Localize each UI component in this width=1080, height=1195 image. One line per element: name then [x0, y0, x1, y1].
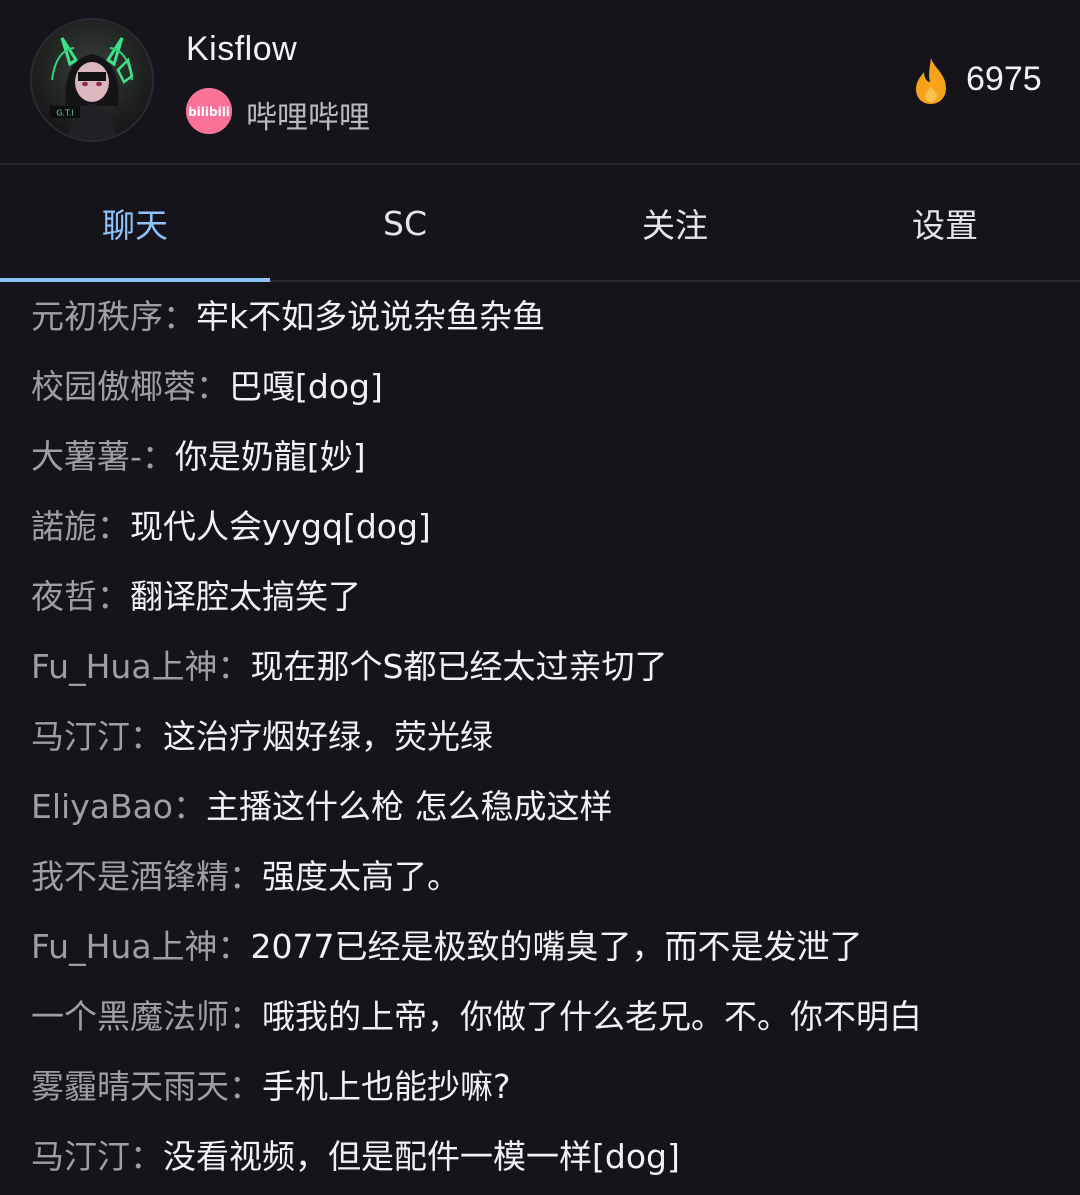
- chat-separator: ：: [217, 647, 251, 686]
- chat-message: Fu_Hua上神：现在那个S都已经太过亲切了: [31, 637, 668, 697]
- chat-message: EliyaBao：主播这什么枪 怎么稳成这样: [31, 777, 613, 837]
- chat-message: 雾霾晴天雨天：手机上也能抄嘛?: [31, 1057, 511, 1117]
- chat-username[interactable]: Fu_Hua上神: [31, 647, 218, 686]
- chat-separator: ：: [141, 437, 175, 476]
- avatar-badge: G.T.I: [56, 109, 74, 118]
- chat-text: 现代人会yygq[dog]: [130, 507, 431, 546]
- chat-username[interactable]: 校园傲椰蓉: [31, 367, 196, 406]
- chat-message: 校园傲椰蓉：巴嘎[dog]: [31, 357, 383, 417]
- chat-text: 强度太高了。: [262, 857, 460, 896]
- chat-username[interactable]: 夜哲: [31, 577, 97, 616]
- popularity-count: 6975: [966, 60, 1042, 98]
- chat-username[interactable]: EliyaBao: [31, 787, 173, 826]
- tab-bar: 聊天 SC 关注 设置: [0, 165, 1080, 281]
- tab-sc[interactable]: SC: [270, 165, 540, 281]
- chat-message: 马汀汀：没看视频，但是配件一模一样[dog]: [31, 1127, 680, 1187]
- chat-message: 大薯薯-：你是奶龍[妙]: [31, 427, 366, 487]
- chat-message: 諾旎：现代人会yygq[dog]: [31, 497, 431, 557]
- chat-text: 翻译腔太搞笑了: [130, 577, 361, 616]
- chat-text: 你是奶龍[妙]: [174, 437, 366, 476]
- chat-username[interactable]: 大薯薯-: [31, 437, 142, 476]
- streamer-avatar[interactable]: G.T.I: [30, 18, 154, 142]
- chat-text: 没看视频，但是配件一模一样[dog]: [163, 1137, 680, 1176]
- chat-message: Fu_Hua上神：2077已经是极致的嘴臭了，而不是发泄了: [31, 917, 863, 977]
- tab-chat[interactable]: 聊天: [0, 165, 270, 281]
- chat-message: 马汀汀：这治疗烟好绿，荧光绿: [31, 707, 493, 767]
- tab-follow[interactable]: 关注: [540, 165, 810, 281]
- chat-text: 手机上也能抄嘛?: [262, 1067, 511, 1106]
- chat-separator: ：: [97, 507, 130, 546]
- chat-username[interactable]: 我不是酒锋精: [31, 857, 229, 896]
- chat-text: 牢k不如多说说杂鱼杂鱼: [196, 297, 546, 336]
- chat-separator: ：: [229, 857, 262, 896]
- chat-message: 我不是酒锋精：强度太高了。: [31, 847, 460, 907]
- tab-settings[interactable]: 设置: [810, 165, 1080, 281]
- chat-separator: ：: [97, 577, 130, 616]
- chat-text: 这治疗烟好绿，荧光绿: [163, 717, 493, 756]
- chat-message: 夜哲：翻译腔太搞笑了: [31, 567, 361, 627]
- chat-separator: ：: [196, 367, 229, 406]
- chat-text: 巴嘎[dog]: [229, 367, 383, 406]
- chat-separator: ：: [229, 997, 262, 1036]
- chat-username[interactable]: 雾霾晴天雨天: [31, 1067, 229, 1106]
- chat-username[interactable]: 马汀汀: [31, 717, 130, 756]
- streamer-name: Kisflow: [186, 30, 298, 68]
- active-tab-indicator: [0, 278, 270, 282]
- chat-message: 元初秩序：牢k不如多说说杂鱼杂鱼: [31, 287, 545, 347]
- chat-list[interactable]: 元初秩序：牢k不如多说说杂鱼杂鱼 校园傲椰蓉：巴嘎[dog] 大薯薯-：你是奶龍…: [0, 283, 1080, 1195]
- platform-name: 哔哩哔哩: [246, 100, 370, 136]
- chat-username[interactable]: 一个黑魔法师: [31, 997, 229, 1036]
- chat-separator: ：: [217, 927, 251, 966]
- chat-separator: ：: [163, 297, 196, 336]
- avatar-image: G.T.I: [50, 37, 134, 140]
- chat-message: 一个黑魔法师：哦我的上帝，你做了什么老兄。不。你不明白: [31, 987, 922, 1047]
- room-header: G.T.I Kisflow bilibili 哔哩哔哩 6975: [0, 0, 1080, 164]
- chat-text: 主播这什么枪 怎么稳成这样: [206, 787, 613, 826]
- chat-text: 哦我的上帝，你做了什么老兄。不。你不明白: [262, 997, 922, 1036]
- chat-text: 2077已经是极致的嘴臭了，而不是发泄了: [250, 927, 863, 966]
- chat-username[interactable]: 马汀汀: [31, 1137, 130, 1176]
- chat-separator: ：: [173, 787, 206, 826]
- flame-icon: [910, 56, 952, 106]
- chat-text: 现在那个S都已经太过亲切了: [250, 647, 668, 686]
- chat-username[interactable]: 諾旎: [31, 507, 97, 546]
- chat-separator: ：: [229, 1067, 262, 1106]
- svg-text:bilibili: bilibili: [188, 105, 230, 119]
- chat-separator: ：: [130, 717, 163, 756]
- chat-username[interactable]: 元初秩序: [31, 297, 163, 336]
- chat-username[interactable]: Fu_Hua上神: [31, 927, 218, 966]
- chat-separator: ：: [130, 1137, 163, 1176]
- bilibili-logo-icon: bilibili: [186, 88, 232, 134]
